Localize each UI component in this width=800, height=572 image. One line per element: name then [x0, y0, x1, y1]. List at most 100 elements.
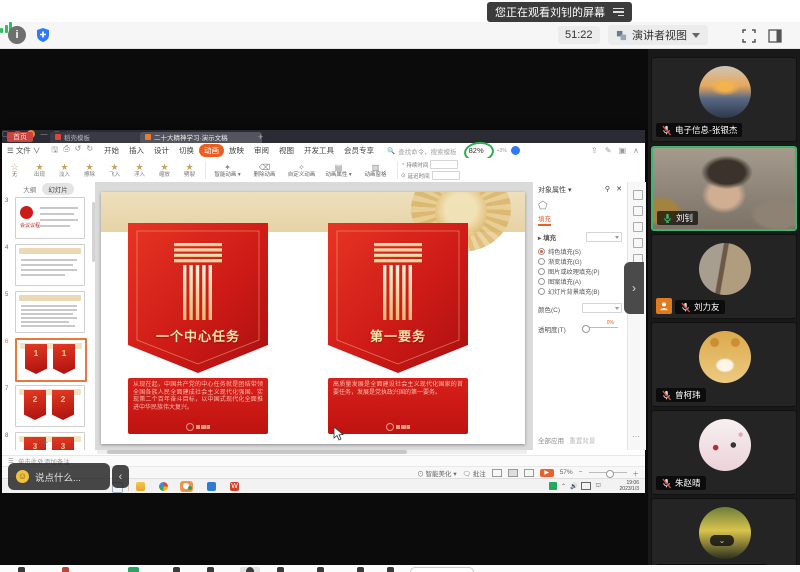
selection-pane-icon[interactable]: [633, 222, 643, 232]
chat-collapse-button[interactable]: ‹: [112, 465, 129, 488]
zoom-slider[interactable]: [589, 472, 627, 473]
file-explorer-icon[interactable]: [136, 482, 145, 491]
fill-option-gradient[interactable]: 渐变填充(G): [538, 256, 622, 266]
thumbnail-row[interactable]: 3 会议议程: [2, 196, 95, 238]
fill-type-dropdown[interactable]: [586, 232, 622, 242]
duration-field[interactable]: ◔持续时间: [401, 160, 460, 169]
comments-pane-icon[interactable]: [633, 238, 643, 248]
fill-tab[interactable]: 填充: [538, 213, 551, 226]
thumbnail-row[interactable]: 6 1 1: [2, 337, 95, 379]
emoji-icon[interactable]: ☺: [16, 470, 29, 483]
menu-view[interactable]: 视图: [274, 144, 299, 157]
more-icon[interactable]: ⋯: [632, 432, 640, 441]
chat-quick-bubble[interactable]: ☺ 说点什么...: [8, 463, 110, 490]
menu-devtools[interactable]: 开发工具: [299, 144, 339, 157]
menu-insert[interactable]: 插入: [124, 144, 149, 157]
share-screen-icon[interactable]: [128, 567, 139, 572]
tab-slides[interactable]: 幻灯片: [42, 183, 74, 195]
menu-design[interactable]: 设计: [149, 144, 174, 157]
panel-close-icon[interactable]: ✕: [616, 185, 622, 193]
wps-doc-tab-1[interactable]: 稻壳模板: [50, 132, 146, 144]
preset-float[interactable]: ★浮入: [127, 163, 152, 178]
mic-control-icon[interactable]: [18, 567, 25, 572]
preset-fade[interactable]: ★淡入: [52, 163, 77, 178]
animation-props-button[interactable]: ▤动画属性 ▾: [320, 163, 357, 178]
pin-icon[interactable]: ⚲: [605, 185, 610, 193]
animation-pane-icon[interactable]: [633, 206, 643, 216]
reset-background-button[interactable]: 重置背景: [569, 438, 595, 445]
meeting-info-icon[interactable]: i: [8, 26, 26, 44]
participant-tile[interactable]: 朱赵晴: [651, 410, 797, 495]
zoom-out-button[interactable]: −: [579, 469, 583, 476]
slide-3-thumbnail[interactable]: 会议议程: [15, 197, 85, 239]
raise-hand-icon[interactable]: [277, 567, 284, 572]
meeting-app-icon-active[interactable]: [180, 481, 193, 492]
participant-tile[interactable]: 曾柯玮: [651, 322, 797, 407]
reading-view-icon[interactable]: [524, 469, 534, 477]
slide-8-thumbnail[interactable]: 3 3: [15, 432, 85, 450]
fill-option-background[interactable]: 幻灯片背景填充(B): [538, 286, 622, 296]
system-tray[interactable]: ⌃ 🔊 ⛫: [549, 482, 601, 490]
custom-animation-button[interactable]: ✧自定义动画: [283, 163, 320, 178]
memory-boost-badge[interactable]: 82%: [467, 144, 491, 157]
slideshow-play-button[interactable]: ▶: [540, 469, 554, 477]
canvas-hscrollbar[interactable]: [97, 450, 527, 454]
participants-icon[interactable]: [207, 567, 214, 572]
apps-icon[interactable]: [246, 567, 254, 572]
slide-7-thumbnail[interactable]: 2 2: [15, 385, 85, 427]
quick-access-icons[interactable]: 🖫⎙↺↻: [51, 144, 93, 158]
comment-button[interactable]: 🗨 批注: [463, 468, 486, 478]
chat-placeholder[interactable]: 说点什么...: [35, 470, 81, 484]
slide-5-thumbnail[interactable]: [15, 291, 85, 333]
chat-icon[interactable]: [317, 567, 324, 572]
wps-home-button[interactable]: 首页: [7, 132, 33, 142]
sorter-view-icon[interactable]: [508, 469, 518, 477]
banner-body-box[interactable]: 高质量发展是全面建设社会主义现代化国家的首要任务，发展是党执政兴国的第一要务。: [328, 378, 468, 434]
thumbnail-row[interactable]: 8 3 3: [2, 431, 95, 450]
preset-none[interactable]: ☆无: [2, 163, 27, 178]
chrome-icon[interactable]: [159, 482, 168, 491]
sidebar-collapse-handle[interactable]: ›: [624, 262, 644, 314]
sync-cloud-icon[interactable]: [511, 146, 520, 155]
current-slide[interactable]: 1 一个中心任务 从现在起，中国共产党的中心任务就是团结带领全国各族人民全面建成…: [101, 192, 525, 444]
color-dropdown[interactable]: [582, 303, 622, 313]
thumbnail-row[interactable]: 7 2 2: [2, 384, 95, 426]
side-panel-toggle-icon[interactable]: [768, 29, 782, 43]
banner-one-center-task[interactable]: 1 一个中心任务: [128, 223, 268, 373]
view-mode-button[interactable]: 演讲者视图: [608, 25, 708, 45]
security-shield-icon[interactable]: [34, 26, 52, 44]
scroll-down-indicator[interactable]: ⌄: [710, 535, 734, 546]
menu-start[interactable]: 开始: [99, 144, 124, 157]
file-menu[interactable]: ☰ 文件 ∨: [2, 144, 45, 157]
participant-tile[interactable]: 刘力友: [651, 234, 797, 319]
participant-tile-speaking[interactable]: 刘钊: [651, 146, 797, 231]
preset-flyin[interactable]: ★飞入: [102, 163, 127, 178]
participant-tile[interactable]: 电子信息-张银杰: [651, 57, 797, 142]
ribbon-right-icons[interactable]: ⇪✎▣∧: [591, 146, 639, 155]
tab-outline[interactable]: 大纲: [23, 184, 36, 194]
banner-body-box[interactable]: 从现在起，中国共产党的中心任务就是团结带领全国各族人民全面建成社会主义现代化强国…: [128, 378, 268, 434]
properties-icon[interactable]: [633, 190, 643, 200]
slide-4-thumbnail[interactable]: [15, 244, 85, 286]
zoom-in-button[interactable]: ＋: [633, 468, 640, 478]
delete-animation-button[interactable]: ⌫删除动画: [246, 163, 283, 178]
record-icon[interactable]: [173, 567, 180, 572]
preset-appear[interactable]: ★出现: [27, 163, 52, 178]
new-tab-button[interactable]: +: [258, 132, 263, 142]
fill-option-picture[interactable]: 图片或纹理填充(P): [538, 266, 622, 276]
apply-all-button[interactable]: 全部应用: [538, 438, 564, 445]
smart-animation-button[interactable]: ✦智能动画 ▾: [209, 163, 246, 178]
taskbar-clock[interactable]: 19:062023/1/3: [620, 480, 639, 492]
wps-taskbar-icon[interactable]: W: [230, 482, 239, 491]
preset-split[interactable]: ★劈裂: [177, 163, 202, 178]
add-slide-button[interactable]: +: [42, 438, 48, 449]
thumbnail-row[interactable]: 5: [2, 290, 95, 332]
menu-slideshow[interactable]: 放映: [224, 144, 249, 157]
delay-field[interactable]: ⊙延迟时间: [401, 171, 460, 180]
animation-pane-button[interactable]: ▥动画窗格: [357, 163, 394, 178]
opacity-slider[interactable]: [582, 327, 618, 328]
banner-menu-icon[interactable]: [613, 8, 624, 17]
fill-option-solid[interactable]: 纯色填充(S): [538, 246, 622, 256]
menu-transition[interactable]: 切换: [174, 144, 199, 157]
preset-zoom[interactable]: ★缩放: [152, 163, 177, 178]
